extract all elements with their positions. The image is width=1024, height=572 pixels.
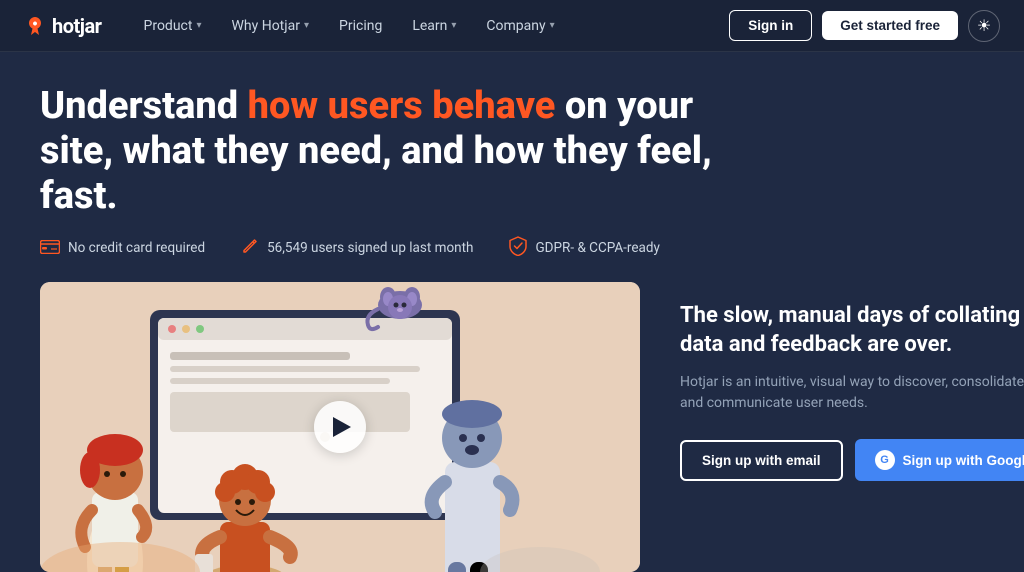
nav-label-product: Product	[144, 18, 193, 34]
content-row: The slow, manual days of collating data …	[40, 282, 984, 572]
cta-buttons: Sign up with email G Sign up with Google	[680, 439, 1024, 481]
right-panel-headline: The slow, manual days of collating data …	[680, 302, 1024, 359]
nav-item-company[interactable]: Company ▾	[472, 12, 568, 40]
sign-in-button[interactable]: Sign in	[729, 10, 812, 41]
get-started-button[interactable]: Get started free	[822, 11, 958, 40]
play-icon	[333, 417, 351, 437]
nav-item-pricing[interactable]: Pricing	[325, 12, 396, 40]
play-button[interactable]	[314, 401, 366, 453]
chevron-down-icon: ▾	[196, 20, 201, 31]
chevron-down-icon: ▾	[550, 20, 555, 31]
nav-label-pricing: Pricing	[339, 18, 382, 34]
nav-item-product[interactable]: Product ▾	[130, 12, 216, 40]
sun-icon: ☀	[977, 16, 991, 35]
logo[interactable]: hotjar	[24, 14, 102, 38]
google-g-icon: G	[875, 450, 895, 470]
video-card[interactable]	[40, 282, 640, 572]
sign-up-google-button[interactable]: G Sign up with Google	[855, 439, 1024, 481]
badge-no-credit-card-text: No credit card required	[68, 240, 205, 256]
right-panel: The slow, manual days of collating data …	[640, 282, 1024, 501]
navbar: hotjar Product ▾ Why Hotjar ▾ Pricing Le…	[0, 0, 1024, 52]
badge-gdpr-text: GDPR- & CCPA-ready	[535, 240, 659, 256]
badge-no-credit-card: No credit card required	[40, 239, 205, 258]
chevron-down-icon: ▾	[304, 20, 309, 31]
nav-links: Product ▾ Why Hotjar ▾ Pricing Learn ▾ C…	[130, 12, 730, 40]
badge-gdpr: GDPR- & CCPA-ready	[509, 236, 659, 260]
hotjar-logo-icon	[24, 15, 46, 37]
nav-label-company: Company	[486, 18, 545, 34]
chevron-down-icon: ▾	[451, 20, 456, 31]
nav-label-why-hotjar: Why Hotjar	[231, 18, 300, 34]
google-button-label: Sign up with Google	[903, 453, 1024, 468]
right-panel-subtext: Hotjar is an intuitive, visual way to di…	[680, 372, 1024, 415]
badge-users-signup: 56,549 users signed up last month	[241, 237, 473, 259]
theme-toggle-button[interactable]: ☀	[968, 10, 1000, 42]
nav-item-why-hotjar[interactable]: Why Hotjar ▾	[217, 12, 323, 40]
badge-users-signup-text: 56,549 users signed up last month	[267, 240, 473, 256]
hero-headline: Understand how users behave on your site…	[40, 84, 740, 218]
nav-label-learn: Learn	[412, 18, 447, 34]
headline-prefix: Understand	[40, 84, 248, 128]
pencil-icon	[241, 237, 259, 259]
shield-icon	[509, 236, 527, 260]
nav-actions: Sign in Get started free ☀	[729, 10, 1000, 42]
sign-up-email-button[interactable]: Sign up with email	[680, 440, 843, 481]
nav-item-learn[interactable]: Learn ▾	[398, 12, 470, 40]
hero-section: Understand how users behave on your site…	[0, 52, 1024, 572]
logo-text: hotjar	[52, 14, 102, 38]
credit-card-icon	[40, 239, 60, 258]
hero-badges: No credit card required 56,549 users sig…	[40, 236, 984, 260]
headline-highlight: how users behave	[248, 84, 556, 128]
